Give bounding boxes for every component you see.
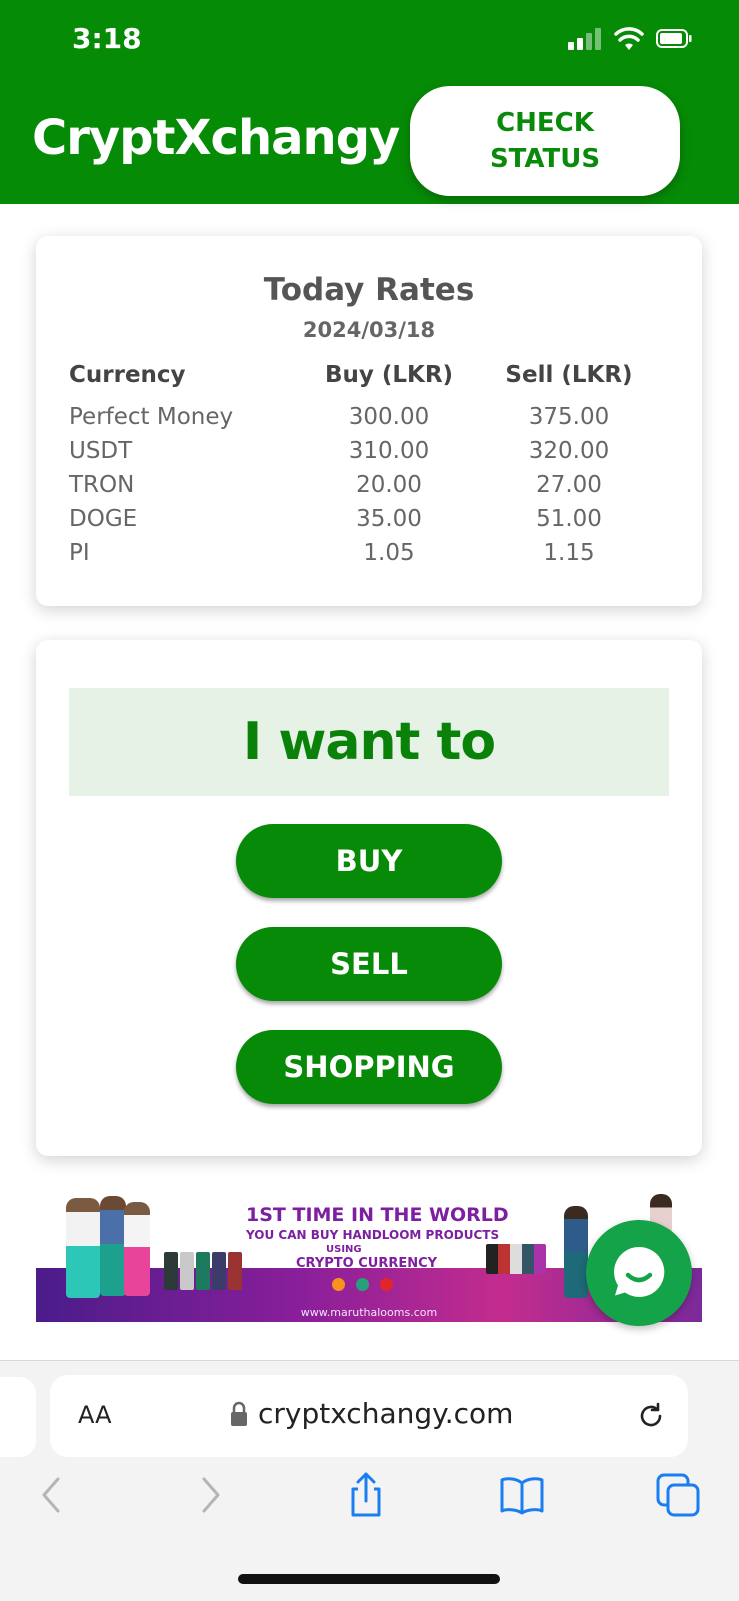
ad-headline: 1ST TIME IN THE WORLD	[246, 1204, 509, 1226]
fabric-stack	[196, 1252, 210, 1290]
column-header-currency: Currency	[69, 362, 186, 388]
status-time: 3:18	[72, 22, 142, 55]
reader-settings-button[interactable]: AA	[78, 1401, 112, 1429]
fabric-stack	[212, 1252, 226, 1290]
address-bar[interactable]: AA cryptxchangy.com	[50, 1375, 688, 1457]
sell-rate: 1.15	[543, 540, 595, 566]
app-title: CryptXchangy	[32, 110, 400, 166]
sell-rate: 375.00	[528, 404, 610, 430]
i-want-to-heading: I want to	[242, 712, 496, 772]
table-row: PI 1.05 1.15	[69, 540, 689, 574]
forward-arrow-icon[interactable]	[186, 1471, 234, 1519]
previous-tab-preview[interactable]	[0, 1377, 36, 1457]
buy-rate: 310.00	[348, 438, 430, 464]
browser-toolbar: AA cryptxchangy.com	[0, 1360, 739, 1601]
ad-crypto-text: CRYPTO CURRENCY	[296, 1256, 438, 1271]
check-status-line1: CHECK	[496, 108, 594, 138]
column-header-sell: Sell (LKR)	[505, 362, 633, 388]
buy-rate: 300.00	[348, 404, 430, 430]
app-header: 3:18 CryptXchangy CHECK STATUS	[0, 0, 739, 204]
home-indicator	[238, 1574, 500, 1584]
browser-nav	[0, 1471, 739, 1531]
currency-name: DOGE	[69, 506, 138, 532]
ad-subline: YOU CAN BUY HANDLOOM PRODUCTS	[246, 1228, 500, 1242]
book-icon[interactable]	[498, 1471, 546, 1519]
cellular-signal-icon	[568, 26, 604, 50]
model-figure	[564, 1206, 588, 1298]
rates-title: Today Rates	[263, 272, 475, 308]
check-status-line2: STATUS	[489, 144, 601, 174]
i-want-to-banner: I want to	[69, 688, 669, 796]
buy-button[interactable]: BUY	[236, 824, 502, 898]
share-icon[interactable]	[342, 1471, 390, 1519]
ad-using-text: USING	[326, 1244, 362, 1255]
currency-name: Perfect Money	[69, 404, 234, 430]
model-figure	[124, 1202, 150, 1296]
fabric-stack	[164, 1252, 178, 1290]
table-row: TRON 20.00 27.00	[69, 472, 689, 506]
shopping-button[interactable]: SHOPPING	[236, 1030, 502, 1104]
buy-rate: 1.05	[363, 540, 415, 566]
column-header-buy: Buy (LKR)	[324, 362, 454, 388]
rates-table: Currency Buy (LKR) Sell (LKR) Perfect Mo…	[69, 362, 689, 574]
model-figure	[100, 1196, 126, 1296]
fabric-stack	[180, 1252, 194, 1290]
chat-bubble-icon	[614, 1246, 665, 1297]
tabs-icon[interactable]	[654, 1471, 702, 1519]
sell-button[interactable]: SELL	[236, 927, 502, 1001]
table-row: Perfect Money 300.00 375.00	[69, 404, 689, 438]
table-row: DOGE 35.00 51.00	[69, 506, 689, 540]
crypto-coins	[332, 1276, 399, 1295]
bitcoin-icon	[332, 1278, 345, 1291]
fabric-stack	[486, 1244, 546, 1274]
today-rates-card: Today Rates 2024/03/18 Currency Buy (LKR…	[36, 236, 702, 606]
sell-rate: 27.00	[536, 472, 602, 498]
sell-rate: 320.00	[528, 438, 610, 464]
sell-rate: 51.00	[536, 506, 602, 532]
check-status-button[interactable]: CHECK STATUS	[410, 86, 680, 196]
back-arrow-icon[interactable]	[28, 1471, 76, 1519]
wifi-icon	[614, 27, 644, 50]
rates-header-row: Currency Buy (LKR) Sell (LKR)	[69, 362, 689, 404]
tron-icon	[380, 1278, 394, 1291]
currency-name: USDT	[69, 438, 133, 464]
action-card: I want to BUY SELL SHOPPING	[36, 640, 702, 1156]
buy-rate: 35.00	[356, 506, 422, 532]
rates-date: 2024/03/18	[302, 318, 436, 342]
lock-icon	[231, 1401, 247, 1426]
buy-rate: 20.00	[356, 472, 422, 498]
table-row: USDT 310.00 320.00	[69, 438, 689, 472]
currency-name: PI	[69, 540, 90, 566]
chat-button[interactable]	[586, 1220, 692, 1326]
fabric-stack	[228, 1252, 242, 1290]
url-text[interactable]: cryptxchangy.com	[258, 1397, 513, 1430]
model-figure	[66, 1198, 100, 1298]
reload-icon[interactable]	[634, 1399, 668, 1433]
battery-icon	[656, 29, 692, 48]
currency-name: TRON	[69, 472, 135, 498]
tether-icon	[356, 1278, 370, 1291]
